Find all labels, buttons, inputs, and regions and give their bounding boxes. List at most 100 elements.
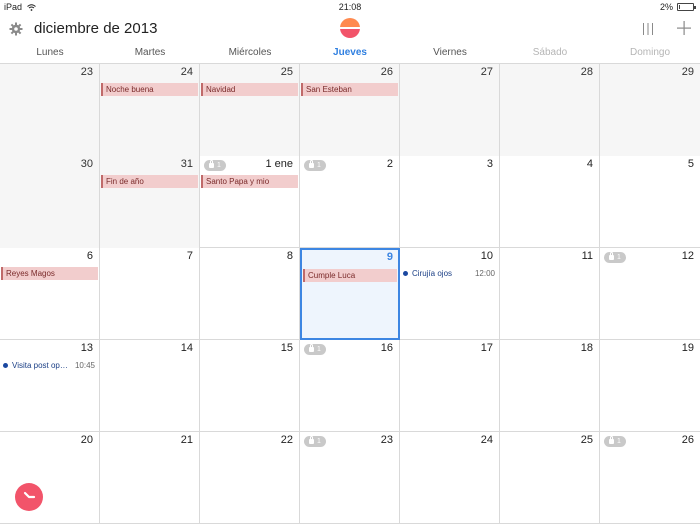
week-row: 23 24 Noche buena 25 Navidad 26 San Esteban 27 2… <box>0 64 700 156</box>
day-number: 2 <box>386 158 393 170</box>
weekday-thursday: Jueves <box>333 47 367 58</box>
day-number: 19 <box>681 342 694 354</box>
plus-icon[interactable] <box>676 20 692 36</box>
private-count-badge[interactable]: 1 <box>304 160 326 171</box>
day-number: 17 <box>480 342 493 354</box>
today-button[interactable] <box>15 483 43 511</box>
day-cell[interactable]: 13 Visita post oper... 10:45 <box>0 340 100 432</box>
day-number: 6 <box>86 250 93 262</box>
private-count-badge[interactable]: 1 <box>604 436 626 447</box>
day-cell[interactable]: 23 <box>0 64 100 156</box>
week-row: 13 Visita post oper... 10:45 14 15 16 1 17 18 19 <box>0 340 700 432</box>
timed-event[interactable]: Cirujía ojos 12:00 <box>402 268 495 280</box>
day-number: 12 <box>681 250 694 262</box>
gear-icon[interactable] <box>9 22 23 36</box>
badge-count: 1 <box>617 438 621 445</box>
week-row: 6 Reyes Magos 7 8 9 Cumple Luca 10 Cirujía ojos… <box>0 248 700 340</box>
day-cell[interactable]: 18 <box>500 340 600 432</box>
day-cell[interactable]: 4 <box>500 156 600 248</box>
day-number: 7 <box>186 250 193 262</box>
day-cell[interactable]: 10 Cirujía ojos 12:00 <box>400 248 500 340</box>
day-cell[interactable]: 8 <box>200 248 300 340</box>
day-number: 29 <box>681 66 694 78</box>
day-number: 22 <box>280 434 293 446</box>
all-day-event[interactable]: Santo Papa y mio <box>201 175 298 188</box>
day-cell[interactable]: 19 <box>600 340 700 432</box>
day-cell[interactable]: 30 <box>0 156 100 248</box>
day-cell[interactable]: 14 <box>100 340 200 432</box>
all-day-event[interactable]: San Esteban <box>301 83 398 96</box>
day-number: 25 <box>280 66 293 78</box>
day-cell[interactable]: 6 Reyes Magos <box>0 248 100 340</box>
private-count-badge[interactable]: 1 <box>304 436 326 447</box>
month-title[interactable]: diciembre de 2013 <box>34 20 157 37</box>
day-number: 13 <box>80 342 93 354</box>
weekday-sunday: Domingo <box>629 47 671 58</box>
day-cell[interactable]: 5 <box>600 156 700 248</box>
day-number: 15 <box>280 342 293 354</box>
day-cell[interactable]: 25 <box>500 432 600 524</box>
sunrise-logo-icon[interactable] <box>340 18 360 38</box>
day-number: 23 <box>80 66 93 78</box>
day-cell[interactable]: 20 <box>0 432 100 524</box>
day-cell[interactable]: 1 ene 1 Santo Papa y mio <box>200 156 300 248</box>
day-cell[interactable]: 23 1 <box>300 432 400 524</box>
all-day-event[interactable]: Navidad <box>201 83 298 96</box>
day-cell[interactable]: 28 <box>500 64 600 156</box>
day-number: 11 <box>581 250 593 262</box>
day-number: 31 <box>180 158 193 170</box>
day-number: 23 <box>380 434 393 446</box>
day-number: 26 <box>380 66 393 78</box>
day-cell[interactable]: 15 <box>200 340 300 432</box>
badge-count: 1 <box>317 438 321 445</box>
day-cell[interactable]: 24 <box>400 432 500 524</box>
lock-icon <box>609 252 614 260</box>
day-cell[interactable]: 24 Noche buena <box>100 64 200 156</box>
day-number: 4 <box>586 158 593 170</box>
day-cell[interactable]: 17 <box>400 340 500 432</box>
event-time: 10:45 <box>74 361 95 370</box>
lock-icon <box>609 436 614 444</box>
all-day-event[interactable]: Reyes Magos <box>1 267 98 280</box>
day-cell[interactable]: 11 <box>500 248 600 340</box>
battery-percent: 2% <box>659 2 673 12</box>
day-cell[interactable]: 26 1 <box>600 432 700 524</box>
header: diciembre de 2013 <box>0 14 700 44</box>
day-cell[interactable]: 27 <box>400 64 500 156</box>
all-day-event[interactable]: Fin de año <box>101 175 198 188</box>
private-count-badge[interactable]: 1 <box>304 344 326 355</box>
badge-count: 1 <box>317 346 321 353</box>
day-cell[interactable]: 22 <box>200 432 300 524</box>
lock-icon <box>209 160 214 168</box>
lock-icon <box>309 436 314 444</box>
day-cell[interactable]: 31 Fin de año <box>100 156 200 248</box>
day-cell[interactable]: 16 1 <box>300 340 400 432</box>
day-number: 28 <box>580 66 593 78</box>
badge-count: 1 <box>617 254 621 261</box>
clock-icon <box>23 491 36 499</box>
private-count-badge[interactable]: 1 <box>604 252 626 263</box>
day-cell[interactable]: 26 San Esteban <box>300 64 400 156</box>
badge-count: 1 <box>217 162 221 169</box>
battery-icon <box>677 3 696 11</box>
day-cell[interactable]: 12 1 <box>600 248 700 340</box>
day-cell[interactable]: 7 <box>100 248 200 340</box>
week-row: 20 21 22 23 1 24 25 26 1 <box>0 432 700 524</box>
columns-icon[interactable] <box>641 23 655 35</box>
day-number: 26 <box>681 434 694 446</box>
day-cell[interactable]: 25 Navidad <box>200 64 300 156</box>
badge-count: 1 <box>317 162 321 169</box>
timed-event[interactable]: Visita post oper... 10:45 <box>2 360 95 372</box>
day-number: 24 <box>180 66 193 78</box>
private-count-badge[interactable]: 1 <box>204 160 226 171</box>
day-cell[interactable]: 21 <box>100 432 200 524</box>
lock-icon <box>309 344 314 352</box>
day-cell-selected[interactable]: 9 Cumple Luca <box>300 248 400 340</box>
month-grid: 23 24 Noche buena 25 Navidad 26 San Esteban 27 2… <box>0 64 700 525</box>
week-row: 30 31 Fin de año 1 ene 1 Santo Papa y mio 2 1 3 4… <box>0 156 700 248</box>
all-day-event[interactable]: Cumple Luca <box>303 269 397 282</box>
day-cell[interactable]: 29 <box>600 64 700 156</box>
day-cell[interactable]: 3 <box>400 156 500 248</box>
all-day-event[interactable]: Noche buena <box>101 83 198 96</box>
day-cell[interactable]: 21 <box>300 156 400 248</box>
